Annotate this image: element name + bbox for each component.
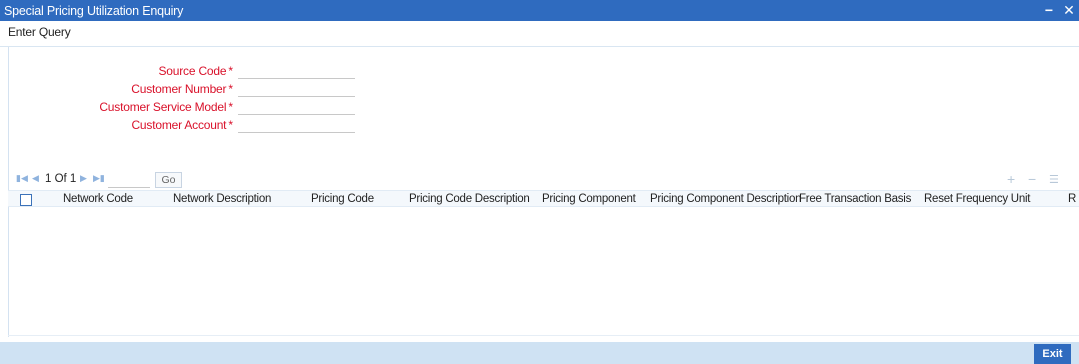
source-code-input[interactable]	[238, 62, 355, 79]
window-title-bar: Special Pricing Utilization Enquiry − ✕	[0, 0, 1079, 21]
page-number-input[interactable]	[108, 172, 150, 188]
source-code-row: Source Code *	[9, 62, 609, 80]
window-controls: − ✕	[1039, 0, 1079, 21]
grid-body	[8, 208, 1079, 336]
source-code-label: Source Code *	[158, 64, 233, 78]
last-page-icon[interactable]: ▶▮	[93, 173, 105, 184]
grid-pager: ▮◀ ◀ 1 Of 1 ▶ ▶▮ Go + − ☰	[8, 171, 1079, 188]
window-title: Special Pricing Utilization Enquiry	[4, 3, 184, 18]
column-pricing-code[interactable]: Pricing Code	[311, 193, 374, 205]
column-pricing-code-description[interactable]: Pricing Code Description	[409, 193, 530, 205]
column-pricing-component-description[interactable]: Pricing Component Description	[650, 193, 802, 205]
exit-button[interactable]: Exit	[1034, 344, 1071, 364]
customer-number-row: Customer Number *	[9, 80, 609, 98]
footer-bar: Exit	[0, 342, 1079, 364]
customer-account-row: Customer Account *	[9, 116, 609, 134]
customer-service-model-row: Customer Service Model *	[9, 98, 609, 116]
customer-account-input[interactable]	[238, 116, 355, 133]
column-free-transaction-basis[interactable]: Free Transaction Basis	[799, 193, 911, 205]
select-all-checkbox[interactable]	[20, 194, 32, 206]
close-icon[interactable]: ✕	[1059, 0, 1079, 21]
customer-service-model-label: Customer Service Model *	[99, 100, 233, 114]
first-page-icon[interactable]: ▮◀	[16, 173, 28, 184]
grid-header: Network Code Network Description Pricing…	[8, 190, 1079, 207]
delete-row-icon[interactable]: −	[1028, 171, 1036, 187]
column-truncated[interactable]: R	[1068, 193, 1076, 205]
enter-query-button[interactable]: Enter Query	[8, 25, 71, 39]
customer-account-label: Customer Account *	[131, 118, 233, 132]
page-indicator: 1 Of 1	[45, 173, 77, 185]
next-page-icon[interactable]: ▶	[80, 173, 87, 184]
column-network-description[interactable]: Network Description	[173, 193, 271, 205]
add-row-icon[interactable]: +	[1007, 171, 1015, 187]
prev-page-icon[interactable]: ◀	[32, 173, 39, 184]
column-reset-frequency-unit[interactable]: Reset Frequency Unit	[924, 193, 1030, 205]
single-view-icon[interactable]: ☰	[1049, 173, 1059, 186]
column-pricing-component[interactable]: Pricing Component	[542, 193, 636, 205]
menu-bar: Enter Query	[0, 21, 1079, 47]
go-button[interactable]: Go	[155, 172, 182, 188]
customer-number-label: Customer Number *	[131, 82, 233, 96]
customer-service-model-input[interactable]	[238, 98, 355, 115]
customer-number-input[interactable]	[238, 80, 355, 97]
minimize-icon[interactable]: −	[1039, 0, 1059, 21]
column-network-code[interactable]: Network Code	[63, 193, 133, 205]
